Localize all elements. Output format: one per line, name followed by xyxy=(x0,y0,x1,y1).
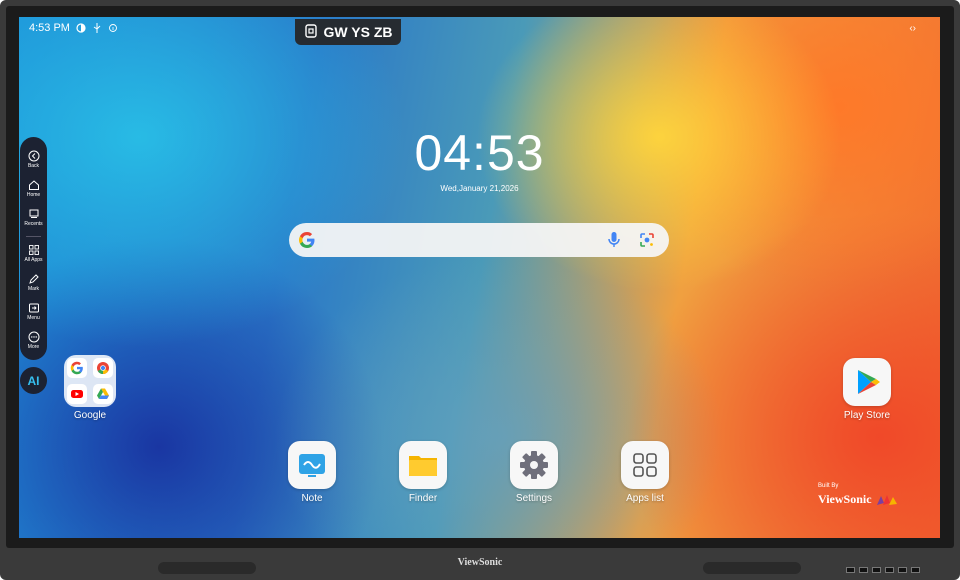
brand-name: ViewSonic xyxy=(818,492,872,506)
nav-recents[interactable]: Recents xyxy=(20,208,47,227)
note-tile xyxy=(288,441,336,489)
voice-search-icon[interactable] xyxy=(607,231,621,254)
home-icon xyxy=(28,180,39,190)
chrome-icon xyxy=(93,358,113,378)
note-icon xyxy=(299,454,325,477)
more-icon xyxy=(28,331,39,343)
drive-icon xyxy=(93,384,113,404)
status-time: 4:53 PM xyxy=(29,22,70,34)
nav-menu[interactable]: Menu xyxy=(20,302,47,321)
settings-tile xyxy=(510,441,558,489)
port xyxy=(898,567,907,573)
port xyxy=(846,567,855,573)
finder-tile xyxy=(399,441,447,489)
nav-more-label: More xyxy=(27,344,40,350)
apps-list-label: Apps list xyxy=(626,493,664,504)
port xyxy=(911,567,920,573)
back-icon xyxy=(28,150,39,162)
left-speaker-grille xyxy=(158,562,256,574)
lens-icon[interactable] xyxy=(639,232,655,253)
google-icon xyxy=(298,231,316,254)
google-search-bar[interactable] xyxy=(289,223,669,257)
apps-list-app[interactable]: Apps list xyxy=(610,441,680,504)
nav-home-label: Home xyxy=(26,192,41,198)
bezel-logo: ViewSonic xyxy=(457,557,503,568)
finder-app[interactable]: Finder xyxy=(388,441,458,504)
nav-home[interactable]: Home xyxy=(20,179,47,198)
nav-mark-label: Mark xyxy=(27,286,40,292)
port xyxy=(859,567,868,573)
home-screen: 4:53 PM GW YS ZB ‹› 04:53 Wed,January 21… xyxy=(19,17,940,538)
play-store-tile xyxy=(843,358,891,406)
info-icon xyxy=(108,23,118,33)
nav-recents-label: Recents xyxy=(24,221,43,227)
nav-divider xyxy=(26,236,41,237)
settings-icon xyxy=(520,451,548,479)
note-label: Note xyxy=(301,493,323,504)
finder-label: Finder xyxy=(408,493,438,504)
nav-back[interactable]: Back xyxy=(20,150,47,169)
apps-list-tile xyxy=(621,441,669,489)
viewsonic-birds-icon xyxy=(876,494,897,505)
date-text: Wed,January 21,2026 xyxy=(440,184,519,193)
nav-menu-label: Menu xyxy=(27,315,40,321)
front-ports xyxy=(846,567,920,573)
apps-list-icon xyxy=(633,453,657,477)
youtube-icon xyxy=(67,384,87,404)
port xyxy=(872,567,881,573)
nav-back-label: Back xyxy=(27,163,40,169)
menu-icon xyxy=(28,303,39,313)
finder-icon xyxy=(409,456,437,476)
nav-all-apps-label: All Apps xyxy=(24,257,43,263)
google-folder-label: Google xyxy=(73,410,107,421)
ai-label: AI xyxy=(27,373,40,388)
settings-label: Settings xyxy=(515,493,553,504)
folder-tile xyxy=(64,355,116,407)
play-store-icon xyxy=(858,370,880,394)
nav-all-apps[interactable]: All Apps xyxy=(20,244,47,263)
connection-code-badge[interactable]: GW YS ZB xyxy=(295,19,401,45)
side-toolbar: Back Home Recents All Apps Mark Menu Mor… xyxy=(20,137,47,360)
sync-icon xyxy=(76,23,86,33)
play-store-label: Play Store xyxy=(843,410,891,421)
settings-app[interactable]: Settings xyxy=(499,441,569,504)
resize-icon[interactable]: ‹› xyxy=(909,23,916,34)
nav-mark[interactable]: Mark xyxy=(20,273,47,292)
cast-icon xyxy=(304,23,318,41)
status-bar: 4:53 PM xyxy=(29,22,118,34)
ai-assistant-button[interactable]: AI xyxy=(20,367,47,394)
usb-icon xyxy=(92,23,102,33)
port xyxy=(885,567,894,573)
play-store-app[interactable]: Play Store xyxy=(832,358,902,421)
nav-more[interactable]: More xyxy=(20,331,47,350)
branding: Built By ViewSonic xyxy=(818,483,899,507)
right-speaker-grille xyxy=(703,562,801,574)
clock-widget[interactable]: 04:53 xyxy=(19,124,940,182)
google-folder[interactable]: Google xyxy=(55,355,125,421)
mark-icon xyxy=(28,274,39,284)
google-app-icon xyxy=(67,358,87,378)
all-apps-icon xyxy=(28,245,39,255)
recents-icon xyxy=(29,209,38,218)
connection-code: GW YS ZB xyxy=(323,24,393,40)
note-app[interactable]: Note xyxy=(277,441,347,504)
